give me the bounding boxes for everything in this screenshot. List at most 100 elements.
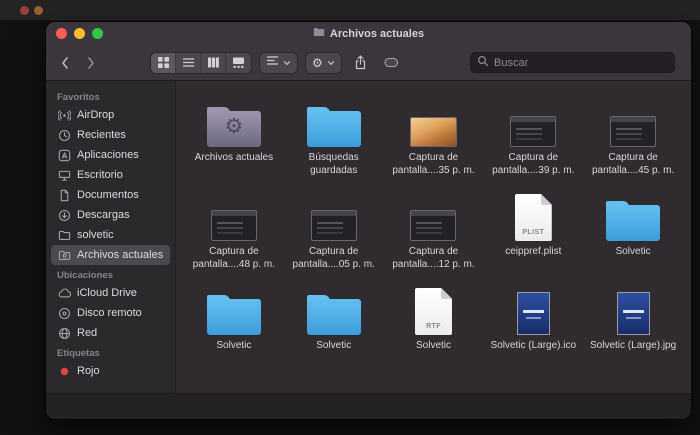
file-type-badge: RTF: [426, 323, 441, 330]
file-name: Archivos actuales: [194, 152, 274, 163]
file-item[interactable]: Captura de pantalla....05 p. m.: [284, 191, 384, 271]
smart-folder-icon: [57, 249, 71, 262]
file-icon-box: [410, 191, 457, 241]
desktop-icon: [57, 169, 71, 182]
sidebar-item-label: iCloud Drive: [77, 287, 137, 299]
cloud-icon: [57, 287, 71, 300]
sidebar-item-label: Archivos actuales: [77, 249, 164, 261]
file-name: ceippref.plist: [505, 246, 562, 257]
group-button[interactable]: [260, 52, 297, 73]
sidebar-item-solvetic[interactable]: solvetic: [51, 225, 170, 245]
sidebar-item-red[interactable]: Red: [51, 323, 170, 343]
file-item[interactable]: RTF Solvetic: [384, 285, 484, 353]
file-icon-box: [409, 97, 457, 147]
sidebar-item-label: Escritorio: [77, 169, 123, 181]
sidebar-item-escritorio[interactable]: Escritorio: [51, 165, 170, 185]
tags-button[interactable]: [380, 57, 403, 68]
gear-icon: ⚙: [224, 114, 244, 138]
background-window-minimize-icon: [34, 6, 43, 15]
red-tag-icon: [57, 365, 71, 378]
file-icon-box: [606, 191, 661, 241]
sidebar-item-descargas[interactable]: Descargas: [51, 205, 170, 225]
forward-button[interactable]: [86, 56, 96, 70]
close-button[interactable]: [56, 28, 67, 39]
back-button[interactable]: [60, 56, 70, 70]
file-icon-box: [206, 285, 261, 335]
file-item[interactable]: Solvetic: [184, 285, 284, 353]
sidebar-section-label-etiquetas: Etiquetas: [57, 348, 100, 359]
file-name: Captura de pantalla....45 p. m.: [591, 152, 675, 176]
file-item[interactable]: Captura de pantalla....12 p. m.: [384, 191, 484, 271]
view-columns-button[interactable]: [201, 52, 226, 73]
content-area[interactable]: ⚙ Archivos actuales Búsquedas guardadas Cap…: [176, 81, 691, 393]
file-name: Captura de pantalla....35 p. m.: [392, 152, 475, 176]
applications-icon: [57, 149, 71, 162]
view-gallery-button[interactable]: [226, 53, 251, 73]
sidebar-section-label-ubicaciones: Ubicaciones: [57, 270, 113, 281]
document-file-icon: PLIST: [514, 194, 552, 241]
sidebar-item-rojo[interactable]: Rojo: [51, 361, 170, 381]
file-name: Captura de pantalla....48 p. m.: [192, 246, 276, 270]
file-icon-box: [516, 285, 550, 335]
zoom-button[interactable]: [92, 28, 103, 39]
sidebar-item-label: solvetic: [77, 229, 114, 241]
file-item[interactable]: Captura de pantalla....48 p. m.: [184, 191, 284, 271]
search-input[interactable]: [494, 56, 668, 69]
sidebar-item-label: AirDrop: [77, 109, 115, 121]
document-icon: [57, 189, 71, 202]
title-bar[interactable]: Archivos actuales: [46, 22, 691, 45]
group-icon: [266, 54, 279, 72]
minimize-button[interactable]: [74, 28, 85, 39]
file-item[interactable]: Solvetic (Large).jpg: [583, 285, 683, 353]
downloads-icon: [57, 209, 71, 222]
file-item[interactable]: Solvetic (Large).ico: [483, 285, 583, 353]
sidebar-item-icloud-drive[interactable]: iCloud Drive: [51, 283, 170, 303]
sidebar-item-recientes[interactable]: Recientes: [51, 125, 170, 145]
sidebar-section-label-favoritos: Favoritos: [57, 92, 100, 103]
file-icon-box: [210, 191, 257, 241]
file-item[interactable]: Búsquedas guardadas: [284, 97, 384, 177]
file-item[interactable]: PLIST ceippref.plist: [483, 191, 583, 271]
file-icon-box: [306, 285, 361, 335]
file-name: Solvetic (Large).jpg: [590, 340, 677, 351]
file-item[interactable]: Captura de pantalla....35 p. m.: [384, 97, 484, 177]
folder-icon: [57, 229, 71, 242]
file-name: Captura de pantalla....05 p. m.: [292, 246, 375, 270]
window-title: Archivos actuales: [329, 27, 425, 40]
file-item[interactable]: Solvetic: [583, 191, 683, 271]
file-icon-box: [310, 191, 357, 241]
file-name: Búsquedas guardadas: [308, 152, 359, 176]
sidebar-item-documentos[interactable]: Documentos: [51, 185, 170, 205]
folder-icon: [306, 295, 361, 335]
background-window-strip: [0, 0, 700, 20]
file-item[interactable]: ⚙ Archivos actuales: [184, 97, 284, 177]
sidebar-item-disco-remoto[interactable]: Disco remoto: [51, 303, 170, 323]
actions-button[interactable]: ⚙: [306, 52, 341, 73]
sidebar-item-label: Rojo: [77, 365, 100, 377]
nav-buttons: [60, 56, 96, 70]
share-button[interactable]: [350, 55, 371, 70]
sidebar-item-airdrop[interactable]: AirDrop: [51, 105, 170, 125]
file-icon-box: [306, 97, 361, 147]
search-field[interactable]: [470, 52, 675, 73]
screenshot-thumbnail: [310, 210, 357, 241]
file-grid: ⚙ Archivos actuales Búsquedas guardadas Cap…: [184, 97, 683, 353]
clock-icon: [57, 129, 71, 142]
photo-thumbnail: [409, 117, 457, 147]
view-icons-button[interactable]: [151, 52, 176, 73]
sidebar-item-aplicaciones[interactable]: Aplicaciones: [51, 145, 170, 165]
file-item[interactable]: Captura de pantalla....39 p. m.: [483, 97, 583, 177]
file-item[interactable]: Solvetic: [284, 285, 384, 353]
screenshot-thumbnail: [510, 116, 557, 147]
disc-icon: [57, 307, 71, 320]
sidebar-item-label: Aplicaciones: [77, 149, 139, 161]
sidebar-item-archivos-actuales[interactable]: Archivos actuales: [51, 245, 170, 265]
file-name: Solvetic: [216, 340, 252, 351]
image-thumbnail: [616, 292, 650, 335]
sidebar-item-label: Documentos: [77, 189, 139, 201]
view-list-button[interactable]: [176, 52, 201, 73]
folder-icon: [306, 107, 361, 147]
file-item[interactable]: Captura de pantalla....45 p. m.: [583, 97, 683, 177]
window-body: Favoritos AirDrop Recientes Aplicaciones Esc…: [46, 81, 691, 393]
file-icon-box: PLIST: [514, 191, 552, 241]
